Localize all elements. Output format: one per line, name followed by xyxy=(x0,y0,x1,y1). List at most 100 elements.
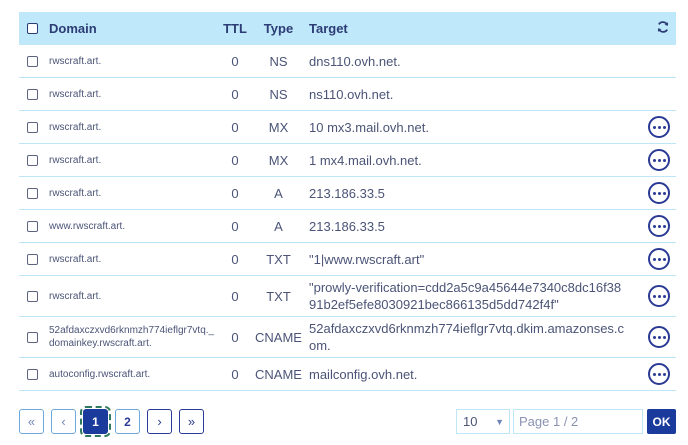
row-domain: rwscraft.art. xyxy=(49,187,102,199)
header-ttl[interactable]: TTL xyxy=(215,21,255,36)
row-type: CNAME xyxy=(255,329,302,345)
table-row: autoconfig.rwscraft.art. 0 CNAME mailcon… xyxy=(19,358,676,391)
ok-button[interactable]: OK xyxy=(647,409,676,434)
more-options-icon[interactable] xyxy=(648,363,670,385)
row-select-cell xyxy=(19,187,45,199)
page-1-button[interactable]: 1 xyxy=(80,406,111,437)
row-select-cell xyxy=(19,253,45,265)
row-target: 10 mx3.mail.ovh.net. xyxy=(309,119,429,135)
row-ttl: 0 xyxy=(231,251,239,267)
row-checkbox[interactable] xyxy=(26,220,38,232)
row-checkbox[interactable] xyxy=(26,187,38,199)
row-target: 213.186.33.5 xyxy=(309,185,385,201)
dns-records-table: Domain TTL Type Target rwscraft.art. 0 N… xyxy=(19,12,676,391)
row-actions xyxy=(627,248,676,270)
page-2-button[interactable]: 2 xyxy=(115,409,140,434)
row-type: CNAME xyxy=(255,366,302,382)
more-options-icon[interactable] xyxy=(648,215,670,237)
table-row: rwscraft.art. 0 NS ns110.ovh.net. xyxy=(19,78,676,111)
row-ttl: 0 xyxy=(231,152,239,168)
row-checkbox[interactable] xyxy=(26,154,38,166)
row-actions xyxy=(627,215,676,237)
more-options-icon[interactable] xyxy=(648,285,670,307)
select-all-checkbox[interactable] xyxy=(26,23,38,34)
table-body: rwscraft.art. 0 NS dns110.ovh.net. rwscr… xyxy=(19,45,676,391)
row-actions xyxy=(627,363,676,385)
row-type: NS xyxy=(269,53,288,69)
row-actions xyxy=(627,116,676,138)
table-row: rwscraft.art. 0 TXT "prowly-verification… xyxy=(19,276,676,317)
row-ttl: 0 xyxy=(231,86,239,102)
table-row: www.rwscraft.art. 0 A 213.186.33.5 xyxy=(19,210,676,243)
row-select-cell xyxy=(19,368,45,380)
row-select-cell xyxy=(19,55,45,67)
row-ttl: 0 xyxy=(231,53,239,69)
page-input[interactable]: Page 1 / 2 xyxy=(513,409,643,434)
row-target: dns110.ovh.net. xyxy=(309,53,401,69)
row-target: 213.186.33.5 xyxy=(309,218,385,234)
previous-page-button[interactable]: ‹ xyxy=(51,409,76,434)
row-domain: autoconfig.rwscraft.art. xyxy=(49,368,151,380)
row-target: ns110.ovh.net. xyxy=(309,86,394,102)
next-page-button[interactable]: › xyxy=(147,409,172,434)
row-actions xyxy=(627,182,676,204)
table-row: rwscraft.art. 0 MX 1 mx4.mail.ovh.net. xyxy=(19,144,676,177)
header-actions xyxy=(627,20,676,38)
pagination: « ‹ 1 2 › » xyxy=(19,406,204,437)
select-all-cell xyxy=(19,23,45,34)
chevron-down-icon: ▼ xyxy=(495,416,504,427)
header-domain[interactable]: Domain xyxy=(45,22,215,35)
row-ttl: 0 xyxy=(231,119,239,135)
row-ttl: 0 xyxy=(231,329,239,345)
row-ttl: 0 xyxy=(231,288,239,304)
row-checkbox[interactable] xyxy=(26,290,38,302)
row-domain: www.rwscraft.art. xyxy=(49,220,126,232)
row-select-cell xyxy=(19,331,45,343)
header-target[interactable]: Target xyxy=(302,20,627,37)
per-page-select[interactable]: 10 ▼ xyxy=(456,409,510,434)
more-options-icon[interactable] xyxy=(648,182,670,204)
more-options-icon[interactable] xyxy=(648,326,670,348)
row-domain: rwscraft.art. xyxy=(49,88,102,100)
table-row: 52afdaxczxvd6rknmzh774ieflgr7vtq._domain… xyxy=(19,317,676,358)
row-domain: rwscraft.art. xyxy=(49,290,102,302)
row-ttl: 0 xyxy=(231,366,239,382)
row-select-cell xyxy=(19,220,45,232)
row-checkbox[interactable] xyxy=(26,253,38,265)
row-target: "prowly-verification=cdd2a5c9a45644e7340… xyxy=(309,280,622,312)
row-type: A xyxy=(274,218,283,234)
row-checkbox[interactable] xyxy=(26,331,38,343)
row-ttl: 0 xyxy=(231,185,239,201)
row-select-cell xyxy=(19,88,45,100)
row-domain: rwscraft.art. xyxy=(49,55,102,67)
per-page-value: 10 xyxy=(463,414,478,429)
row-checkbox[interactable] xyxy=(26,121,38,133)
refresh-icon[interactable] xyxy=(656,20,670,38)
row-select-cell xyxy=(19,290,45,302)
row-domain: rwscraft.art. xyxy=(49,154,102,166)
table-row: rwscraft.art. 0 MX 10 mx3.mail.ovh.net. xyxy=(19,111,676,144)
table-header: Domain TTL Type Target xyxy=(19,12,676,45)
row-checkbox[interactable] xyxy=(26,88,38,100)
first-page-button[interactable]: « xyxy=(19,409,44,434)
more-options-icon[interactable] xyxy=(648,116,670,138)
row-ttl: 0 xyxy=(231,218,239,234)
row-domain: rwscraft.art. xyxy=(49,121,102,133)
table-row: rwscraft.art. 0 NS dns110.ovh.net. xyxy=(19,45,676,78)
more-options-icon[interactable] xyxy=(648,149,670,171)
row-target: "1|www.rwscraft.art" xyxy=(309,251,425,267)
header-type[interactable]: Type xyxy=(255,21,302,36)
row-target: mailconfig.ovh.net. xyxy=(309,366,418,382)
row-actions xyxy=(627,149,676,171)
row-actions xyxy=(627,326,676,348)
table-row: rwscraft.art. 0 TXT "1|www.rwscraft.art" xyxy=(19,243,676,276)
last-page-button[interactable]: » xyxy=(179,409,204,434)
row-type: A xyxy=(274,185,283,201)
row-checkbox[interactable] xyxy=(26,55,38,67)
row-target: 1 mx4.mail.ovh.net. xyxy=(309,152,422,168)
more-options-icon[interactable] xyxy=(648,248,670,270)
row-type: NS xyxy=(269,86,288,102)
row-select-cell xyxy=(19,121,45,133)
table-row: rwscraft.art. 0 A 213.186.33.5 xyxy=(19,177,676,210)
row-checkbox[interactable] xyxy=(26,368,38,380)
